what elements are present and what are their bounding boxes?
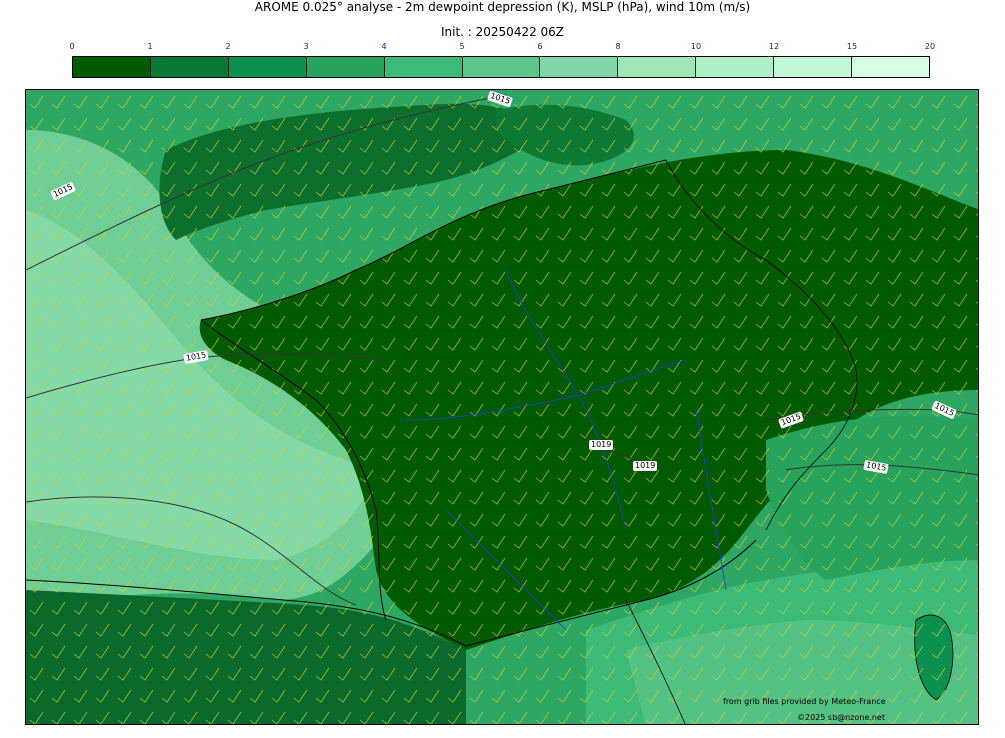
isobar-label: 1019 (633, 461, 658, 471)
copyright-credit: ©2025 sb@nzone.net (797, 713, 885, 722)
colorbar-tick: 15 (846, 42, 858, 51)
colorbar-tick: 4 (381, 42, 387, 51)
colorbar-segment (618, 57, 697, 77)
colorbar-ticks: 0 1 2 3 4 5 6 8 10 12 15 20 (69, 42, 935, 54)
colorbar-tick: 12 (768, 42, 780, 51)
colorbar-tick: 10 (690, 42, 702, 51)
map-canvas (26, 90, 978, 724)
colorbar-segment (150, 57, 229, 77)
colorbar-tick: 0 (69, 42, 75, 51)
colorbar-tick: 20 (924, 42, 936, 51)
colorbar-segment (306, 57, 385, 77)
colorbar-tick: 6 (537, 42, 543, 51)
colorbar-tick: 3 (303, 42, 309, 51)
colorbar-tick: 2 (225, 42, 231, 51)
map-title: AROME 0.025° analyse - 2m dewpoint depre… (254, 0, 751, 14)
weather-map: 1015 1015 1015 1019 1019 1015 1015 1015 (25, 89, 979, 725)
colorbar-segment (774, 57, 853, 77)
colorbar-segment (696, 57, 775, 77)
wind-barbs (26, 90, 978, 724)
colorbar-segment (462, 57, 541, 77)
colorbar (72, 56, 930, 78)
data-source-credit: from grib files provided by Meteo-France (723, 697, 886, 706)
isobar-label: 1019 (589, 440, 614, 450)
colorbar-tick: 8 (615, 42, 621, 51)
colorbar-segment (852, 57, 929, 77)
colorbar-segment (228, 57, 307, 77)
colorbar-segment (384, 57, 463, 77)
colorbar-tick: 1 (147, 42, 153, 51)
colorbar-segment (540, 57, 619, 77)
colorbar-segment (73, 57, 151, 77)
init-time: Init. : 20250422 06Z (440, 25, 565, 39)
colorbar-tick: 5 (459, 42, 465, 51)
